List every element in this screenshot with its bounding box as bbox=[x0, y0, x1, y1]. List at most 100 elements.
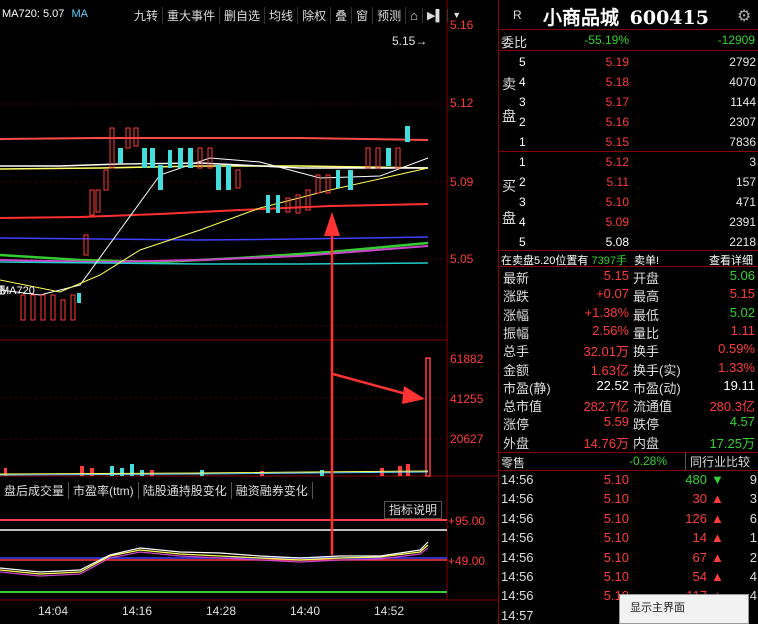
tick-price: 5.10 bbox=[603, 510, 629, 526]
tab-pe-ttm[interactable]: 市盈率(ttm) bbox=[69, 481, 139, 499]
quote-key: 涨跌 bbox=[503, 289, 530, 305]
toolbar-exright[interactable]: 除权 bbox=[298, 6, 332, 24]
tick-time: 14:57 bbox=[501, 607, 534, 623]
quote-value: 1.63亿 bbox=[590, 362, 629, 378]
price-axis-label: 5.05 bbox=[450, 252, 474, 266]
tick-time: 14:56 bbox=[501, 530, 534, 546]
arrow-up-icon: ▲ bbox=[711, 530, 724, 546]
quote-key: 金额 bbox=[503, 362, 530, 378]
tick-price: 5.10 bbox=[603, 491, 629, 507]
tick-count: 6 bbox=[749, 510, 757, 526]
quote-row: 涨停 5.59 跌停 4.57 bbox=[501, 414, 757, 433]
indicator-info-button[interactable]: 指标说明 bbox=[384, 501, 443, 519]
quote-key: 换手 bbox=[633, 344, 660, 360]
quote-row: 最新 5.15 开盘 5.06 bbox=[501, 268, 757, 287]
tab-margin-trading[interactable]: 融资融券变化 bbox=[232, 481, 313, 499]
toolbar-major-events[interactable]: 重大事件 bbox=[163, 6, 221, 24]
quote-row: 涨幅 +1.38% 最低 5.02 bbox=[501, 305, 757, 324]
quote-key: 振幅 bbox=[503, 325, 530, 341]
quote-key: 开盘 bbox=[633, 271, 660, 286]
volume-axis-label: 20627 bbox=[450, 432, 484, 446]
quote-key: 外盘 bbox=[503, 435, 530, 451]
buy-row[interactable]: 1 5.12 3 bbox=[499, 152, 758, 172]
quote-value: +1.38% bbox=[584, 304, 629, 320]
arrow-up-icon: ▲ bbox=[711, 510, 724, 526]
quote-value: 1.33% bbox=[718, 359, 755, 375]
chart-panel[interactable]: MA720: 5.07 MA MA720 九转 重大事件 删自选 均线 除权 叠… bbox=[0, 0, 498, 624]
weibi-label: 委比 bbox=[501, 35, 528, 50]
sector-name: 零售 bbox=[501, 456, 526, 470]
tick-price: 5.10 bbox=[603, 530, 629, 546]
kline-chart-svg[interactable] bbox=[0, 0, 498, 624]
buy-row[interactable]: 2 5.11 157 bbox=[499, 172, 758, 192]
sell-row[interactable]: 1 5.15 7836 bbox=[499, 132, 758, 152]
tick-time: 14:56 bbox=[501, 510, 534, 526]
toolbar-remove-watchlist[interactable]: 删自选 bbox=[220, 6, 266, 24]
ma-line-cyan bbox=[0, 261, 429, 265]
quote-value: 19.11 bbox=[723, 377, 755, 393]
buy-row[interactable]: 4 5.09 2391 bbox=[499, 212, 758, 232]
quote-key: 跌停 bbox=[633, 417, 660, 433]
tick-count: 4 bbox=[749, 588, 757, 604]
time-axis-label: 14:04 bbox=[38, 604, 69, 618]
toolbar-jiuzhuan[interactable]: 九转 bbox=[130, 6, 164, 24]
ma-label-lower: MA720 bbox=[0, 285, 35, 297]
quote-key: 换手(实) bbox=[633, 362, 681, 378]
tick-count: 1 bbox=[749, 530, 757, 546]
toolbar-window[interactable]: 窗 bbox=[352, 6, 374, 24]
time-axis-label: 14:40 bbox=[290, 604, 321, 618]
quote-row: 总市值 282.7亿 流通值 280.3亿 bbox=[501, 396, 757, 415]
tick-volume: 67 bbox=[692, 549, 707, 565]
ma-line-orange bbox=[0, 137, 429, 141]
sell-row[interactable]: 4 5.18 4070 bbox=[499, 72, 758, 92]
tick-time: 14:56 bbox=[501, 491, 534, 507]
tab-stock-connect[interactable]: 陆股通持股变化 bbox=[139, 481, 232, 499]
tick-row: 14:56 5.10 126 ▲ 6 bbox=[499, 511, 758, 530]
volume-bars bbox=[4, 357, 431, 477]
price-line-white bbox=[0, 157, 429, 296]
quote-key: 总手 bbox=[503, 344, 530, 360]
quote-value: 5.06 bbox=[729, 268, 755, 283]
tick-volume: 480 bbox=[685, 472, 707, 487]
toolbar-overlay[interactable]: 叠 bbox=[331, 6, 353, 24]
chart-toolbar: 九转 重大事件 删自选 均线 除权 叠 窗 预测 ⌂ ▶▌ ▼ bbox=[130, 3, 465, 27]
quote-value: 2.56% bbox=[592, 322, 629, 338]
price-axis-label: 5.09 bbox=[450, 175, 474, 189]
stock-title: 小商品城 600415 bbox=[543, 3, 709, 30]
tick-price: 5.10 bbox=[603, 472, 629, 487]
toolbar-forecast[interactable]: 预测 bbox=[373, 6, 407, 24]
buy-row[interactable]: 5 5.08 2218 bbox=[499, 232, 758, 252]
quote-row: 振幅 2.56% 量比 1.11 bbox=[501, 323, 757, 342]
arrow-up-icon: ▲ bbox=[711, 549, 724, 565]
quote-key: 流通值 bbox=[633, 399, 673, 415]
sell-row[interactable]: 3 5.17 1144 bbox=[499, 92, 758, 112]
quote-value: 17.25万 bbox=[709, 435, 755, 451]
show-main-view-button[interactable]: 显示主界面 bbox=[619, 594, 749, 624]
quote-panel: R 小商品城 600415 ⚙ 委比 -55.19% -12909 卖 盘 55… bbox=[498, 0, 758, 624]
tick-time: 14:56 bbox=[501, 588, 534, 604]
weibi-diff: -12909 bbox=[717, 33, 755, 47]
price-axis-label: 5.12 bbox=[450, 96, 474, 110]
gear-icon[interactable]: ⚙ bbox=[737, 6, 751, 26]
quote-value: 0.59% bbox=[718, 341, 755, 357]
sell-row[interactable]: 5 5.19 2792 bbox=[499, 52, 758, 72]
toolbar-ma[interactable]: 均线 bbox=[265, 6, 299, 24]
next-arrow-icon[interactable]: ▶▌ bbox=[423, 8, 449, 22]
price-line-yellow bbox=[0, 167, 429, 293]
sell-row[interactable]: 2 5.16 2307 bbox=[499, 112, 758, 132]
quote-key: 涨停 bbox=[503, 417, 530, 433]
tick-volume: 14 bbox=[692, 530, 707, 546]
candles bbox=[20, 126, 410, 321]
quote-value: 5.59 bbox=[603, 414, 629, 430]
time-axis-label: 14:52 bbox=[374, 604, 405, 618]
quote-key: 内盘 bbox=[633, 435, 660, 451]
quote-row: 总手 32.01万 换手 0.59% bbox=[501, 341, 757, 360]
tab-after-hours-volume[interactable]: 盘后成交量 bbox=[0, 481, 70, 499]
home-icon[interactable]: ⌂ bbox=[406, 7, 423, 23]
industry-compare-button[interactable]: 同行业比较 bbox=[685, 453, 750, 470]
buy-row[interactable]: 3 5.10 471 bbox=[499, 192, 758, 212]
tick-count: 9 bbox=[749, 472, 757, 487]
quote-row: 涨跌 +0.07 最高 5.15 bbox=[501, 286, 757, 305]
arrow-down-icon: ▼ bbox=[711, 472, 724, 487]
r-badge: R bbox=[513, 8, 522, 22]
